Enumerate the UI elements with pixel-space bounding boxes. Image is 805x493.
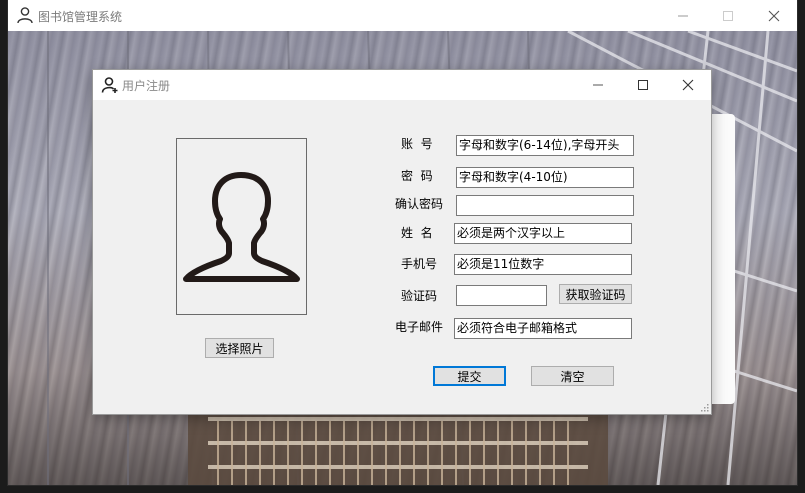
minimize-button[interactable]	[660, 0, 706, 31]
dialog-title: 用户注册	[122, 79, 171, 93]
phone-label: 手机号	[401, 257, 438, 271]
clear-button[interactable]: 清空	[531, 366, 614, 386]
minimize-icon	[593, 84, 603, 86]
confirm-password-input[interactable]	[456, 195, 634, 216]
account-input[interactable]: 字母和数字(6-14位),字母开头	[456, 135, 634, 156]
user-add-icon	[101, 77, 118, 93]
email-label: 电子邮件	[395, 320, 444, 334]
select-photo-button[interactable]: 选择照片	[205, 338, 274, 358]
main-titlebar: 图书馆管理系统	[8, 0, 797, 31]
dialog-titlebar: 用户注册	[93, 70, 711, 100]
close-icon	[768, 10, 780, 21]
password-input[interactable]: 字母和数字(4-10位)	[456, 167, 634, 188]
phone-input[interactable]: 必须是11位数字	[454, 254, 632, 275]
user-icon	[17, 7, 33, 24]
dialog-maximize-button[interactable]	[620, 70, 666, 100]
maximize-icon	[723, 10, 733, 21]
close-icon	[682, 79, 694, 91]
person-silhouette-icon	[183, 172, 300, 282]
submit-button[interactable]: 提交	[433, 366, 506, 386]
get-code-button[interactable]: 获取验证码	[559, 284, 632, 304]
dialog-minimize-button[interactable]	[575, 70, 621, 100]
code-label: 验证码	[401, 289, 438, 303]
photo-frame	[176, 138, 307, 315]
dialog-close-button[interactable]	[665, 70, 711, 100]
maximize-icon	[638, 80, 648, 90]
resize-grip-icon[interactable]	[701, 404, 709, 412]
name-label: 姓 名	[401, 226, 433, 240]
main-window-title: 图书馆管理系统	[38, 10, 123, 24]
code-input[interactable]	[456, 285, 547, 306]
email-input[interactable]: 必须符合电子邮箱格式	[454, 318, 632, 339]
name-input[interactable]: 必须是两个汉字以上	[454, 223, 632, 244]
confirm-password-label: 确认密码	[395, 197, 444, 211]
minimize-icon	[678, 15, 688, 16]
register-dialog: 用户注册 选择照片 账 号 密 码 确认密码 姓 名 手机号 验证码 电子邮件 …	[93, 70, 711, 414]
maximize-button[interactable]	[705, 0, 751, 31]
close-button[interactable]	[751, 0, 797, 31]
account-label: 账 号	[401, 137, 433, 151]
password-label: 密 码	[401, 169, 433, 183]
